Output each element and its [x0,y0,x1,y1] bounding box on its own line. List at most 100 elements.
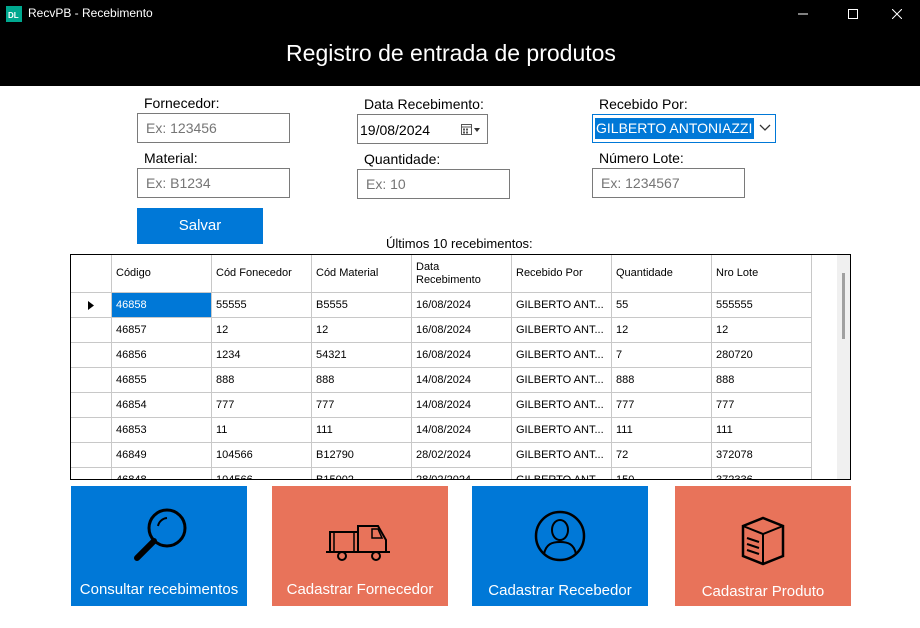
table-cell[interactable]: GILBERTO ANT... [512,293,612,318]
table-cell[interactable]: 46855 [112,368,212,393]
table-cell[interactable]: 372078 [712,443,812,468]
cadastrar-produto-button[interactable]: Cadastrar Produto [675,486,851,606]
table-cell[interactable]: GILBERTO ANT... [512,418,612,443]
recebimentos-grid[interactable]: Código Cód Fonecedor Cód Material Data R… [70,254,851,480]
table-cell[interactable]: 12 [212,318,312,343]
table-cell[interactable]: 111 [612,418,712,443]
row-header[interactable] [71,468,112,479]
table-cell[interactable]: B5555 [312,293,412,318]
table-cell[interactable]: GILBERTO ANT... [512,443,612,468]
table-cell[interactable]: 888 [212,368,312,393]
table-row[interactable]: 46856 1234 54321 16/08/2024 GILBERTO ANT... 7… [71,343,812,368]
table-cell[interactable]: 150 [612,468,712,479]
table-cell[interactable]: 11 [212,418,312,443]
close-button[interactable] [874,0,920,28]
save-button[interactable]: Salvar [137,208,263,244]
table-cell[interactable]: 46848 [112,468,212,479]
column-header[interactable]: Cód Material [312,255,412,293]
consultar-recebimentos-button[interactable]: Consultar recebimentos [71,486,247,606]
row-header[interactable] [71,418,112,443]
material-input[interactable] [137,168,290,198]
table-row[interactable]: 46855 888 888 14/08/2024 GILBERTO ANT... 888 8… [71,368,812,393]
row-header[interactable] [71,293,112,318]
table-cell[interactable]: 777 [612,393,712,418]
column-header[interactable]: Quantidade [612,255,712,293]
table-cell[interactable]: 14/08/2024 [412,418,512,443]
calendar-dropdown-icon[interactable] [461,123,481,136]
table-cell[interactable]: 16/08/2024 [412,293,512,318]
row-header[interactable] [71,368,112,393]
table-cell[interactable]: GILBERTO ANT... [512,468,612,479]
table-cell[interactable]: 72 [612,443,712,468]
column-header[interactable]: Nro Lote [712,255,812,293]
table-cell[interactable]: 7 [612,343,712,368]
row-header[interactable] [71,393,112,418]
table-cell[interactable]: 46857 [112,318,212,343]
table-row[interactable]: 46849 104566 B12790 28/02/2024 GILBERTO ANT.… [71,443,812,468]
numero-lote-input[interactable] [592,168,745,198]
scrollbar-thumb[interactable] [842,273,845,339]
table-cell[interactable]: 14/08/2024 [412,393,512,418]
table-cell[interactable]: 555555 [712,293,812,318]
table-cell[interactable]: 16/08/2024 [412,343,512,368]
table-cell[interactable]: 372336 [712,468,812,479]
table-cell[interactable]: 1234 [212,343,312,368]
table-cell[interactable]: B15002 [312,468,412,479]
vertical-scrollbar[interactable] [837,255,850,479]
table-cell[interactable]: 777 [712,393,812,418]
recebido-por-select[interactable]: GILBERTO ANTONIAZZI [592,114,776,143]
table-cell[interactable]: 280720 [712,343,812,368]
column-header[interactable]: Código [112,255,212,293]
table-cell[interactable]: 46853 [112,418,212,443]
table-cell[interactable]: GILBERTO ANT... [512,318,612,343]
table-cell[interactable]: 104566 [212,443,312,468]
row-header[interactable] [71,443,112,468]
table-cell[interactable]: 46858 [112,293,212,318]
table-cell[interactable]: 28/02/2024 [412,443,512,468]
table-row[interactable]: 46857 12 12 16/08/2024 GILBERTO ANT... 12 12 [71,318,812,343]
minimize-button[interactable] [780,0,826,28]
row-header[interactable] [71,318,112,343]
cadastrar-fornecedor-button[interactable]: Cadastrar Fornecedor [272,486,448,606]
table-cell[interactable]: 16/08/2024 [412,318,512,343]
table-cell[interactable]: GILBERTO ANT... [512,343,612,368]
table-cell[interactable]: 55555 [212,293,312,318]
quantidade-input[interactable] [357,169,510,199]
table-cell[interactable]: B12790 [312,443,412,468]
row-header[interactable] [71,343,112,368]
table-cell[interactable]: 12 [312,318,412,343]
data-recebimento-picker[interactable]: 19/08/2024 [357,114,488,144]
column-header[interactable]: Data Recebimento [412,255,512,293]
table-cell[interactable]: 46856 [112,343,212,368]
fornecedor-input[interactable] [137,113,290,143]
title-bar: DL RecvPB - Recebimento Registro de entr… [0,0,920,86]
table-cell[interactable]: 111 [312,418,412,443]
table-cell[interactable]: 777 [212,393,312,418]
table-cell[interactable]: 46849 [112,443,212,468]
table-cell[interactable]: GILBERTO ANT... [512,393,612,418]
column-header[interactable]: Recebido Por [512,255,612,293]
table-cell[interactable]: 54321 [312,343,412,368]
table-cell[interactable]: 104566 [212,468,312,479]
table-cell[interactable]: 12 [712,318,812,343]
table-cell[interactable]: 888 [712,368,812,393]
table-cell[interactable]: 888 [612,368,712,393]
table-row[interactable]: 46858 55555 B5555 16/08/2024 GILBERTO ANT...… [71,293,812,318]
column-header[interactable]: Cód Fonecedor [212,255,312,293]
table-cell[interactable]: 14/08/2024 [412,368,512,393]
table-row[interactable]: 46848 104566 B15002 28/02/2024 GILBERTO ANT.… [71,468,812,479]
table-cell[interactable]: 777 [312,393,412,418]
table-cell[interactable]: GILBERTO ANT... [512,368,612,393]
table-cell[interactable]: 55 [612,293,712,318]
fornecedor-label: Fornecedor: [144,95,220,111]
table-cell[interactable]: 46854 [112,393,212,418]
table-cell[interactable]: 888 [312,368,412,393]
table-row[interactable]: 46854 777 777 14/08/2024 GILBERTO ANT... 777 7… [71,393,812,418]
table-row[interactable]: 46853 11 111 14/08/2024 GILBERTO ANT... 111 11… [71,418,812,443]
table-cell[interactable]: 12 [612,318,712,343]
maximize-button[interactable] [830,0,876,28]
cadastrar-recebedor-button[interactable]: Cadastrar Recebedor [472,486,648,606]
table-cell[interactable]: 111 [712,418,812,443]
table-cell[interactable]: 28/02/2024 [412,468,512,479]
material-label: Material: [144,150,198,166]
